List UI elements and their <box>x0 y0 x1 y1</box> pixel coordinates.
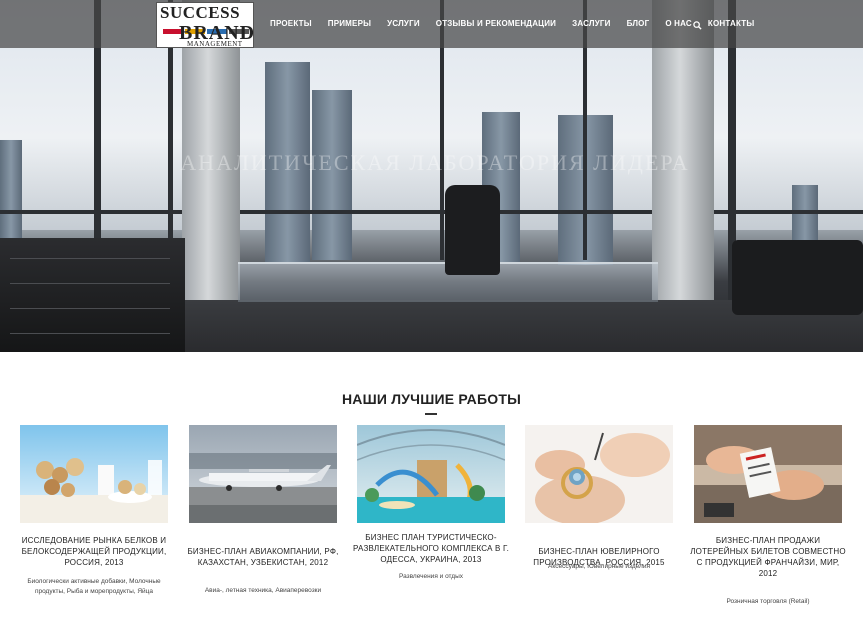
nav-item-about[interactable]: О НАС <box>665 19 692 28</box>
work-thumbnail-jewelry[interactable] <box>525 425 673 523</box>
work-thumbnail-aircraft[interactable] <box>189 425 337 523</box>
brand-logo[interactable]: SUCCESS BRAND MANAGEMENT <box>156 2 254 48</box>
section-title: НАШИ ЛУЧШИЕ РАБОТЫ <box>342 391 521 407</box>
search-icon[interactable] <box>693 21 702 30</box>
work-tags[interactable]: Развлечения и отдых <box>353 572 509 582</box>
nav-item-services[interactable]: УСЛУГИ <box>387 19 420 28</box>
nav-item-contacts[interactable]: КОНТАКТЫ <box>708 19 754 28</box>
work-thumbnail-food[interactable] <box>20 425 168 523</box>
work-title[interactable]: БИЗНЕС-ПЛАН ПРОДАЖИ ЛОТЕРЕЙНЫХ БИЛЕТОВ С… <box>690 535 846 579</box>
nav-item-examples[interactable]: ПРИМЕРЫ <box>328 19 371 28</box>
main-menu: ПРОЕКТЫ ПРИМЕРЫ УСЛУГИ ОТЗЫВЫ И РЕКОМЕНД… <box>270 19 754 28</box>
work-title[interactable]: БИЗНЕС-ПЛАН АВИАКОМПАНИИ, РФ, КАЗАХСТАН,… <box>185 546 341 568</box>
logo-text-management: MANAGEMENT <box>187 40 243 48</box>
nav-item-reviews[interactable]: ОТЗЫВЫ И РЕКОМЕНДАЦИИ <box>436 19 556 28</box>
hero-banner: АНАЛИТИЧЕСКАЯ ЛАБОРАТОРИЯ ЛИДЕРА <box>0 0 863 352</box>
work-tags[interactable]: Авиа-, летная техника, Авиаперевозки <box>185 586 341 596</box>
work-tags[interactable]: Аксессуары, Ювелирные изделия <box>521 562 677 572</box>
hero-chair <box>445 185 500 275</box>
work-tags[interactable]: Биологически активные добавки, Молочные … <box>16 577 172 597</box>
work-thumbnail-water-park[interactable] <box>357 425 505 523</box>
nav-item-merits[interactable]: ЗАСЛУГИ <box>572 19 610 28</box>
top-navbar: SUCCESS BRAND MANAGEMENT ПРОЕКТЫ ПРИМЕРЫ… <box>0 0 863 48</box>
hero-watermark: АНАЛИТИЧЕСКАЯ ЛАБОРАТОРИЯ ЛИДЕРА <box>180 150 690 175</box>
work-tags[interactable]: Розничная торговля (Retail) <box>690 597 846 607</box>
hero-sofa <box>732 240 863 315</box>
work-title[interactable]: БИЗНЕС ПЛАН ТУРИСТИЧЕСКО-РАЗВЛЕКАТЕЛЬНОГ… <box>353 532 509 565</box>
nav-item-projects[interactable]: ПРОЕКТЫ <box>270 19 312 28</box>
logo-text-success: SUCCESS <box>160 3 241 22</box>
hero-window-frame <box>0 210 863 214</box>
nav-item-blog[interactable]: БЛОГ <box>627 19 650 28</box>
hero-cabinet <box>0 238 185 352</box>
title-divider <box>425 413 437 415</box>
work-title[interactable]: ИССЛЕДОВАНИЕ РЫНКА БЕЛКОВ И БЕЛОКСОДЕРЖА… <box>16 535 172 568</box>
work-thumbnail-lottery[interactable] <box>694 425 842 523</box>
